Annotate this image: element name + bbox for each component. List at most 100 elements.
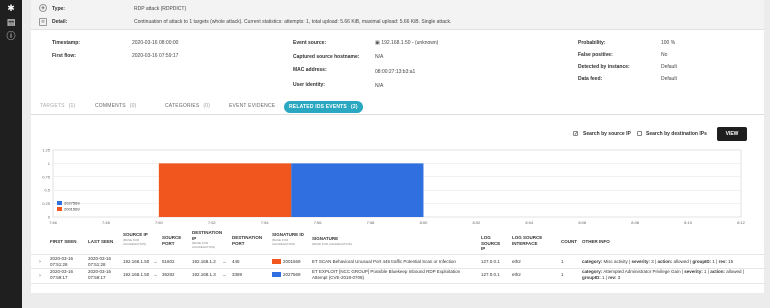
row-count: 1 <box>561 272 564 277</box>
shield-icon: ◈ <box>39 4 47 12</box>
first-flow-label: First flow: <box>52 53 76 59</box>
row-source-ip: 192.168.1.50 <box>123 272 150 277</box>
header-signature[interactable]: SIGNATURE (BASE FOR AGGREGATION) <box>312 236 372 246</box>
user-identity-label: User identity: <box>293 82 325 88</box>
row-arrow: → <box>153 272 158 277</box>
filter-bar: ✓ Search by source IP Search by destinat… <box>31 127 764 143</box>
table-divider <box>31 254 764 255</box>
probability-label: Probability: <box>578 40 606 46</box>
header-source-ip[interactable]: SOURCE IP (BASE FOR AGGREGATION) <box>123 232 153 246</box>
row-arrow: → <box>153 259 158 264</box>
x-tick-label: 8:12 <box>737 220 746 225</box>
type-value: RDP attack (RDPDICT) <box>134 6 187 12</box>
signature-color-swatch <box>272 272 281 277</box>
row-destination-ip: 192.168.1.2 <box>192 259 216 264</box>
data-feed-value: Default <box>661 76 677 82</box>
info-icon[interactable]: ⓘ <box>6 32 16 42</box>
header-source-port[interactable]: SOURCE PORT <box>162 235 184 246</box>
x-tick-label: 7:54 <box>261 220 270 225</box>
timestamp-label: Timestamp: <box>52 40 80 46</box>
captured-hostname-label: Captured source hostname: <box>293 54 360 60</box>
x-tick-label: 7:56 <box>314 220 323 225</box>
legend-label: 2001569 <box>64 207 80 212</box>
x-tick-label: 7:46 <box>49 220 58 225</box>
expand-row-chevron-icon[interactable]: › <box>39 273 41 279</box>
header-count[interactable]: COUNT <box>561 239 577 245</box>
header-first-seen[interactable]: FIRST SEEN <box>50 239 77 245</box>
tab-comments[interactable]: COMMENTS (0) <box>95 103 136 109</box>
header-destination-port[interactable]: DESTINATION PORT <box>232 235 262 246</box>
event-detail-panel: ◈ Type: RDP attack (RDPDICT) ≡ Detail: C… <box>31 0 764 293</box>
detected-by-value: Default <box>661 64 677 70</box>
expand-row-chevron-icon[interactable]: › <box>39 259 41 265</box>
row-log-source-ip: 127.0.0.1 <box>481 272 500 277</box>
x-tick-label: 8:02 <box>472 220 481 225</box>
row-signature: ET EXPLOIT [NCC GROUP] Possible Bluekeep… <box>312 269 461 280</box>
row-destination-port: 445 <box>232 259 240 264</box>
tab-event-evidence[interactable]: EVENT EVIDENCE <box>229 103 275 109</box>
legend-label: 2027569 <box>64 201 80 206</box>
row-arrow: → <box>222 272 227 277</box>
header-signature-id[interactable]: SIGNATURE ID (BASE FOR AGGREGATION) <box>272 232 308 246</box>
row-source-port: 51602 <box>162 259 175 264</box>
tab-targets[interactable]: TARGETS (1) <box>40 103 75 109</box>
detected-by-label: Detected by instance: <box>578 64 630 70</box>
document-icon[interactable]: ▤ <box>6 18 16 28</box>
event-source-value[interactable]: ▣ 192.168.1.50 - (unknown) <box>375 40 438 46</box>
x-tick-label: 8:06 <box>578 220 587 225</box>
sidebar: ✱ ▤ ⓘ <box>0 0 22 308</box>
header-log-source-interface[interactable]: LOG SOURCE INTERFACE <box>512 235 552 246</box>
timestamp-value: 2020-03-16 08:00:00 <box>132 40 179 46</box>
legend-swatch <box>57 207 62 211</box>
detail-value: Continuation of attack to 1 targets (who… <box>134 19 452 25</box>
row-other-info: category: Misc activity | severity: 3 | … <box>582 259 734 264</box>
row-source-ip: 192.168.1.50 <box>123 259 150 264</box>
detail-label: Detail: <box>52 19 68 25</box>
mac-address-value: 08:00:27:13:b3:a1 <box>375 69 416 75</box>
row-source-port: 39282 <box>162 272 175 277</box>
search-by-source-label: Search by source IP <box>583 131 631 137</box>
false-positive-value: No <box>661 52 668 58</box>
row-destination-port: 3389 <box>232 272 243 277</box>
header-destination-ip[interactable]: DESTINATION IP (BASE FOR AGGREGATION) <box>192 230 224 249</box>
data-feed-label: Data feed: <box>578 76 603 82</box>
header-other-info[interactable]: OTHER INFO <box>582 239 610 245</box>
header-last-seen[interactable]: LAST SEEN <box>88 239 113 245</box>
row-signature-id: 2001569 <box>283 259 301 264</box>
mac-address-label: MAC address: <box>293 67 327 73</box>
x-tick-label: 8:04 <box>525 220 534 225</box>
y-tick-label: 0 <box>48 215 51 220</box>
event-source-label: Event source: <box>293 40 327 46</box>
x-tick-label: 7:48 <box>102 220 111 225</box>
search-by-destination-checkbox[interactable] <box>637 131 642 136</box>
bar-2001569 <box>158 163 292 217</box>
probability-value: 100 % <box>661 40 676 46</box>
row-first-seen: 2020-03-16 07:59:17 <box>50 269 74 280</box>
event-summary: ◈ Type: RDP attack (RDPDICT) ≡ Detail: C… <box>31 0 764 30</box>
search-by-destination-label: Search by destination IPs <box>646 131 707 137</box>
false-positive-label: False positive: <box>578 52 613 58</box>
first-flow-value: 2020-03-16 07:59:17 <box>132 53 179 59</box>
detail-icon: ≡ <box>39 18 47 26</box>
row-last-seen: 2020-03-16 07:59:17 <box>88 269 112 280</box>
row-first-seen: 2020-03-16 07:51:28 <box>50 256 74 267</box>
x-tick-label: 8:00 <box>420 220 429 225</box>
y-tick-label: 1 <box>48 161 51 166</box>
ids-events-chart: 1.25 1 0.75 0.5 0.25 0 7:46 7:48 7:50 7:52 7:54 7:5… <box>31 145 764 227</box>
row-log-source-interface: eth2 <box>512 259 521 264</box>
view-button[interactable]: VIEW <box>717 127 747 141</box>
search-by-source-checkbox[interactable]: ✓ <box>573 131 578 137</box>
x-tick-label: 7:58 <box>367 220 376 225</box>
x-tick-label: 8:10 <box>684 220 693 225</box>
tab-related-ids-events[interactable]: RELATED IDS EVENTS (2) <box>284 101 363 113</box>
row-log-source-interface: eth2 <box>512 272 521 277</box>
event-properties: Timestamp: 2020-03-16 08:00:00 First flo… <box>31 31 764 93</box>
x-tick-label: 7:52 <box>208 220 217 225</box>
gear-icon[interactable]: ✱ <box>6 4 16 14</box>
row-signature-id: 2027569 <box>283 272 301 277</box>
row-other-info: category: Attempted Administrator Privil… <box>582 269 744 280</box>
tab-categories[interactable]: CATEGORIES (0) <box>165 103 210 109</box>
header-log-source-ip[interactable]: LOG SOURCE IP <box>481 235 505 252</box>
x-tick-label: 7:50 <box>155 220 164 225</box>
row-log-source-ip: 127.0.0.1 <box>481 259 500 264</box>
